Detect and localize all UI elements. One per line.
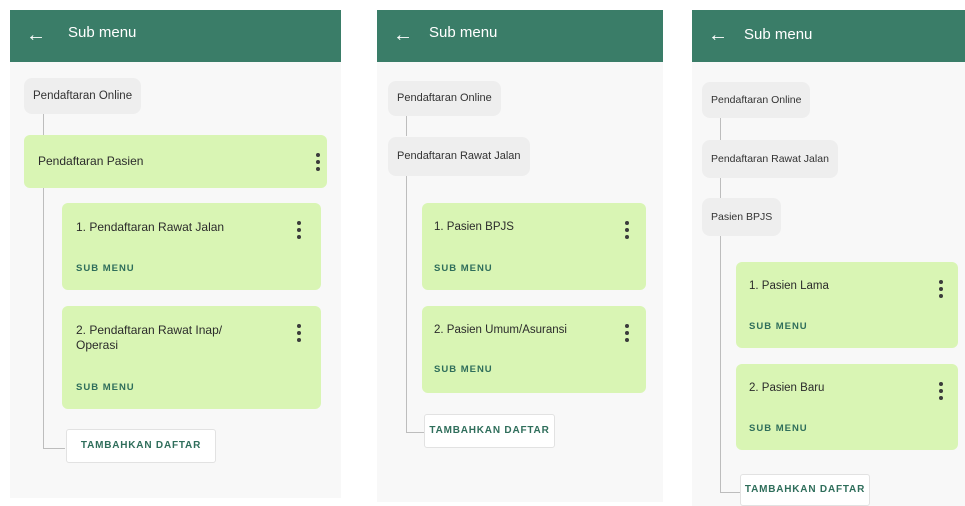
tree-line	[43, 448, 65, 449]
breadcrumb-label: Pasien BPJS	[711, 211, 773, 223]
tree-line	[720, 178, 721, 198]
sub-menu-button[interactable]: SUB MENU	[434, 364, 493, 375]
breadcrumb-label: Pendaftaran Online	[33, 90, 133, 102]
breadcrumb-chip[interactable]: Pasien BPJS	[702, 198, 782, 236]
page-title: Sub menu	[429, 24, 498, 41]
sub-menu-button[interactable]: SUB MENU	[76, 263, 135, 274]
more-vert-icon[interactable]	[622, 322, 632, 344]
page-title: Sub menu	[68, 24, 137, 41]
more-vert-icon[interactable]	[622, 219, 632, 241]
selected-menu-label: Pendaftaran Pasien	[38, 154, 144, 168]
screen-3: ← Sub menu Pendaftaran Online Pendaftara…	[692, 10, 965, 506]
tree-line	[406, 176, 407, 432]
tree-line	[720, 118, 721, 140]
more-vert-icon[interactable]	[313, 151, 323, 173]
more-vert-icon[interactable]	[294, 322, 304, 344]
add-list-button[interactable]: TAMBAHKAN DAFTAR	[740, 474, 870, 506]
add-list-button[interactable]: TAMBAHKAN DAFTAR	[66, 429, 216, 463]
breadcrumb-label: Pendaftaran Rawat Jalan	[711, 153, 829, 165]
more-vert-icon[interactable]	[936, 380, 946, 402]
screen-2: ← Sub menu Pendaftaran Online Pendaftara…	[377, 10, 663, 502]
item-label: 2. Pasien Umum/Asuransi	[434, 324, 567, 336]
breadcrumb-label: Pendaftaran Online	[397, 92, 492, 104]
app-bar: ← Sub menu	[10, 10, 341, 62]
breadcrumb-chip[interactable]: Pendaftaran Rawat Jalan	[702, 140, 838, 178]
add-list-label: TAMBAHKAN DAFTAR	[80, 440, 202, 451]
add-list-label: TAMBAHKAN DAFTAR	[744, 484, 866, 495]
list-item[interactable]: 1. Pendaftaran Rawat Jalan SUB MENU	[62, 203, 321, 290]
screen-1: ← Sub menu Pendaftaran Online Pendaftara…	[10, 10, 341, 498]
more-vert-icon[interactable]	[936, 278, 946, 300]
arrow-left-icon[interactable]: ←	[708, 22, 732, 48]
tree-line	[43, 188, 44, 448]
add-list-button[interactable]: TAMBAHKAN DAFTAR	[424, 414, 555, 448]
tree-line	[406, 116, 407, 136]
list-item[interactable]: 2. Pasien Baru SUB MENU	[736, 364, 958, 450]
list-item[interactable]: 2. Pendaftaran Rawat Inap/ Operasi SUB M…	[62, 306, 321, 409]
more-vert-icon[interactable]	[294, 219, 304, 241]
tree-line	[720, 236, 721, 492]
breadcrumb-chip[interactable]: Pendaftaran Online	[702, 82, 811, 118]
selected-menu-card[interactable]: Pendaftaran Pasien	[24, 135, 327, 188]
list-item[interactable]: 1. Pasien Lama SUB MENU	[736, 262, 958, 348]
sub-menu-button[interactable]: SUB MENU	[749, 423, 808, 434]
breadcrumb-chip[interactable]: Pendaftaran Rawat Jalan	[388, 137, 530, 176]
item-label: 2. Pasien Baru	[749, 382, 825, 394]
sub-menu-button[interactable]: SUB MENU	[749, 321, 808, 332]
app-bar: ← Sub menu	[377, 10, 663, 62]
page-title: Sub menu	[744, 26, 813, 43]
breadcrumb-chip[interactable]: Pendaftaran Online	[388, 81, 501, 116]
arrow-left-icon[interactable]: ←	[26, 22, 50, 48]
add-list-label: TAMBAHKAN DAFTAR	[429, 425, 550, 436]
item-label: 2. Pendaftaran Rawat Inap/ Operasi	[76, 323, 223, 352]
breadcrumb-label: Pendaftaran Online	[711, 94, 802, 106]
list-item[interactable]: 1. Pasien BPJS SUB MENU	[422, 203, 646, 290]
breadcrumb-label: Pendaftaran Rawat Jalan	[397, 150, 521, 162]
item-label: 1. Pasien BPJS	[434, 221, 514, 233]
item-label: 1. Pasien Lama	[749, 280, 829, 292]
list-item[interactable]: 2. Pasien Umum/Asuransi SUB MENU	[422, 306, 646, 393]
item-label: 1. Pendaftaran Rawat Jalan	[76, 220, 225, 234]
app-bar: ← Sub menu	[692, 10, 965, 62]
sub-menu-button[interactable]: SUB MENU	[76, 382, 135, 393]
tree-line	[406, 432, 424, 433]
tree-line	[720, 492, 740, 493]
arrow-left-icon[interactable]: ←	[393, 22, 417, 48]
sub-menu-button[interactable]: SUB MENU	[434, 263, 493, 274]
breadcrumb-chip[interactable]: Pendaftaran Online	[24, 78, 142, 114]
